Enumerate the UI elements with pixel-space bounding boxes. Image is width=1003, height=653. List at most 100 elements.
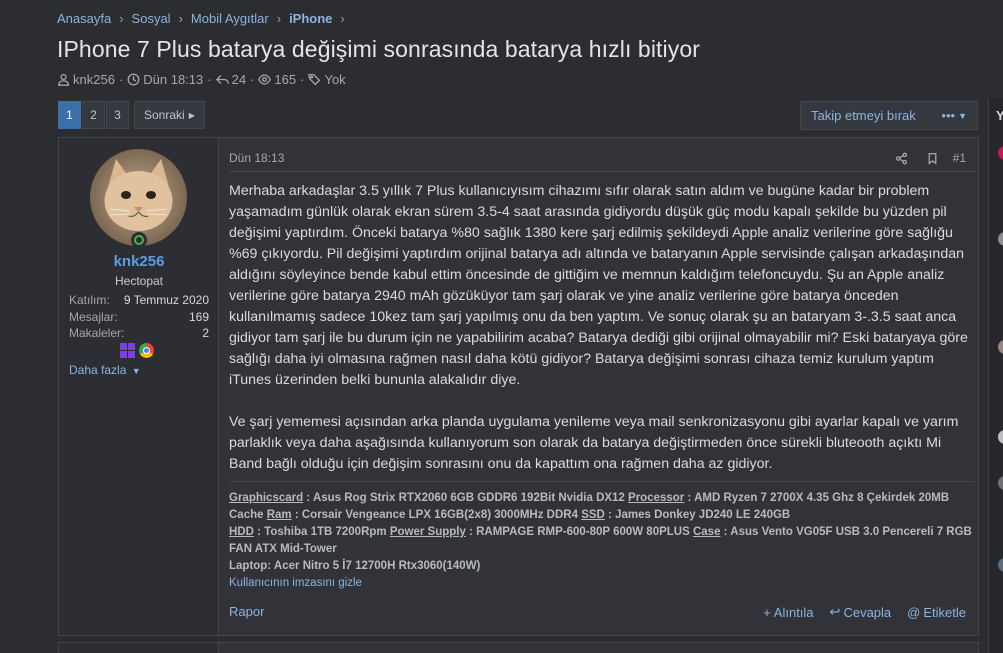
- page-1-button[interactable]: 1: [58, 101, 81, 129]
- sig-ram-label: Ram: [266, 509, 292, 521]
- sidebar-avatar[interactable]: [998, 430, 1003, 444]
- post-header-actions: #1: [877, 151, 966, 165]
- post-date[interactable]: Dün 18:13: [229, 151, 284, 165]
- thread-tags-text: Yok: [324, 72, 346, 87]
- thread-tags: Yok: [308, 72, 346, 87]
- next-page-label: Sonraki: [144, 108, 185, 122]
- meta-separator: ·: [300, 72, 305, 87]
- bookmark-icon[interactable]: [926, 152, 939, 165]
- thread-views: 165: [258, 72, 296, 87]
- breadcrumb-social[interactable]: Sosyal: [132, 11, 171, 26]
- meta-separator: ·: [118, 72, 124, 87]
- sig-psu-value: : RAMPAGE RMP-600-80P 600W 80PLUS: [465, 526, 693, 538]
- mention-label: Etiketle: [923, 604, 966, 620]
- stat-value[interactable]: 169: [189, 310, 209, 325]
- post-user-panel: [59, 643, 219, 653]
- more-options-button[interactable]: ••• ▼: [941, 108, 967, 123]
- post-username[interactable]: knk256: [59, 253, 219, 270]
- next-page-button[interactable]: Sonraki ▶: [134, 101, 205, 129]
- user-more-button[interactable]: Daha fazla ▼: [69, 363, 141, 377]
- thread-author-name: knk256: [73, 72, 115, 87]
- quote-button[interactable]: + Alıntıla: [763, 604, 813, 620]
- right-sidebar: Y: [988, 98, 1003, 653]
- at-sign-icon: @: [907, 604, 921, 620]
- sidebar-avatar[interactable]: [998, 558, 1003, 572]
- breadcrumb: Anasayfa › Sosyal › Mobil Aygıtlar › iPh…: [57, 11, 353, 26]
- hide-signature-link[interactable]: Kullanıcının imzasını gizle: [229, 577, 362, 589]
- signature-laptop: Laptop: Acer Nitro 5 İ7 12700H Rtx3060(1…: [229, 560, 481, 572]
- mention-button[interactable]: @ Etiketle: [907, 604, 966, 620]
- reply-arrow-icon: ↩: [829, 604, 841, 619]
- meta-separator: ·: [250, 72, 255, 87]
- sig-hdd-value: : Toshiba 1TB 7200Rpm: [253, 526, 390, 538]
- unwatch-button[interactable]: Takip etmeyi bırak: [811, 108, 916, 123]
- sig-gpu-label: Graphicscard: [229, 492, 304, 504]
- windows-icon: [120, 343, 135, 358]
- sidebar-avatar[interactable]: [998, 232, 1003, 246]
- breadcrumb-mobile-devices[interactable]: Mobil Aygıtlar: [191, 11, 269, 26]
- message-paragraph: Ve şarj yememesi açısından arka planda u…: [229, 414, 959, 472]
- post-number[interactable]: #1: [953, 151, 966, 165]
- sig-hdd-label: HDD: [229, 526, 254, 538]
- tags-icon: [308, 73, 321, 86]
- stat-label: Katılım:: [69, 293, 110, 307]
- thread-views-count: 165: [274, 72, 297, 87]
- sig-ram-value: : Corsair Vengeance LPX 16GB(2x8) 3000MH…: [291, 509, 582, 521]
- thread-author[interactable]: knk256: [57, 72, 115, 87]
- meta-separator: ·: [207, 72, 212, 87]
- sidebar-avatar[interactable]: [998, 340, 1003, 354]
- stat-value[interactable]: 2: [202, 326, 209, 341]
- post-2-partial: [58, 642, 979, 653]
- quote-label: Alıntıla: [773, 604, 814, 620]
- post-footer-actions: + Alıntıla ↩ Cevapla @ Etiketle: [747, 604, 966, 620]
- sig-psu-label: Power Supply: [389, 526, 466, 538]
- sidebar-avatar[interactable]: [998, 146, 1003, 160]
- post-content: Dün 18:13 #1 Merhaba arkadaşlar 3.5 yıll…: [229, 138, 978, 635]
- post-header-divider: [229, 171, 978, 172]
- eye-icon: [258, 74, 272, 85]
- stat-messages: Mesajlar: 169: [69, 310, 209, 325]
- breadcrumb-iphone[interactable]: iPhone: [289, 11, 332, 26]
- page-3-button[interactable]: 3: [106, 101, 129, 129]
- report-button[interactable]: Rapor: [229, 604, 264, 620]
- sidebar-avatar[interactable]: [998, 476, 1003, 490]
- thread-date-text: Dün 18:13: [143, 72, 204, 87]
- plus-icon: +: [763, 604, 771, 620]
- sig-ssd-label: SSD: [581, 509, 605, 521]
- share-icon[interactable]: [895, 152, 908, 165]
- clock-icon: [127, 73, 140, 86]
- reply-label: Cevapla: [843, 604, 892, 620]
- chrome-icon: [139, 343, 154, 358]
- post-message: Merhaba arkadaşlar 3.5 yıllık 7 Plus kul…: [229, 181, 969, 496]
- user-title: Hectopat: [114, 274, 164, 288]
- watch-bar: Takip etmeyi bırak ••• ▼: [800, 101, 978, 130]
- thread-date[interactable]: Dün 18:13: [127, 72, 203, 87]
- stat-label: Mesajlar:: [69, 309, 118, 324]
- sidebar-heading-fragment: Y: [996, 108, 1003, 123]
- sig-case-label: Case: [692, 526, 721, 538]
- sig-gpu-value: : Asus Rog Strix RTX2060 6GB GDDR6 192Bi…: [303, 492, 629, 504]
- chevron-down-icon: ▼: [131, 366, 141, 376]
- pagination: 1 2 3 Sonraki ▶: [58, 101, 206, 129]
- more-options-icon: •••: [941, 108, 956, 123]
- post-1: knk256 Hectopat Katılım: 9 Temmuz 2020 M…: [58, 137, 979, 636]
- sig-ssd-value: : James Donkey JD240 LE 240GB: [604, 509, 791, 521]
- post-header: Dün 18:13 #1: [229, 150, 966, 166]
- stat-label: Makaleler:: [69, 326, 125, 340]
- reply-icon: [215, 74, 229, 85]
- chevron-right-icon: ▶: [188, 110, 195, 120]
- thread-replies-count: 24: [231, 72, 247, 87]
- sig-cpu-label: Processor: [628, 492, 685, 504]
- thread-replies: 24: [215, 72, 247, 87]
- user-stats: Katılım: 9 Temmuz 2020 Mesajlar: 169 Mak…: [69, 293, 209, 343]
- user-platform-icons: [120, 343, 154, 358]
- post-footer: Rapor + Alıntıla ↩ Cevapla @ Etiketle: [229, 604, 966, 620]
- breadcrumb-home[interactable]: Anasayfa: [57, 11, 111, 26]
- reply-button[interactable]: ↩ Cevapla: [830, 604, 892, 620]
- page-2-button[interactable]: 2: [82, 101, 105, 129]
- user-signature: Graphicscard : Asus Rog Strix RTX2060 6G…: [229, 481, 974, 592]
- user-icon: [57, 73, 70, 86]
- breadcrumb-separator: ›: [276, 11, 282, 26]
- page-title: IPhone 7 Plus batarya değişimi sonrasınd…: [57, 36, 700, 62]
- message-paragraph: Merhaba arkadaşlar 3.5 yıllık 7 Plus kul…: [229, 183, 968, 388]
